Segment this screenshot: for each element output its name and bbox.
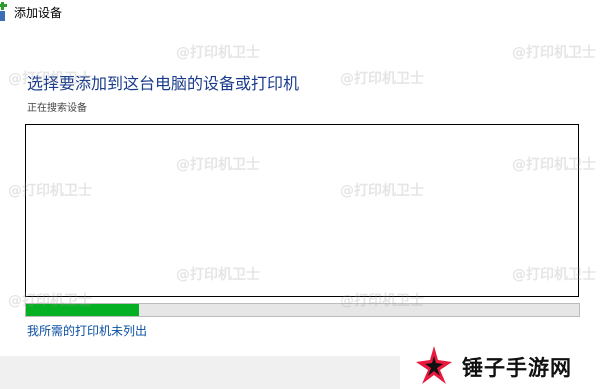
title-bar: 添加设备 <box>0 0 600 26</box>
printer-not-listed-link[interactable]: 我所需的打印机未列出 <box>27 322 147 339</box>
search-progress-fill <box>26 304 140 316</box>
window-title: 添加设备 <box>14 6 63 20</box>
search-progress-bar <box>25 303 580 317</box>
watermark: @打印机卫士 <box>512 45 596 61</box>
watermark: @打印机卫士 <box>340 71 424 87</box>
page-heading: 选择要添加到这台电脑的设备或打印机 <box>27 74 300 93</box>
search-status-text: 正在搜索设备 <box>27 103 87 114</box>
watermark: @打印机卫士 <box>176 45 260 61</box>
device-list[interactable] <box>25 124 579 297</box>
brand-badge: 锤子手游网 <box>400 344 600 389</box>
add-device-icon <box>0 2 7 21</box>
brand-name: 锤子手游网 <box>462 356 572 380</box>
brand-logo-icon <box>416 346 452 384</box>
